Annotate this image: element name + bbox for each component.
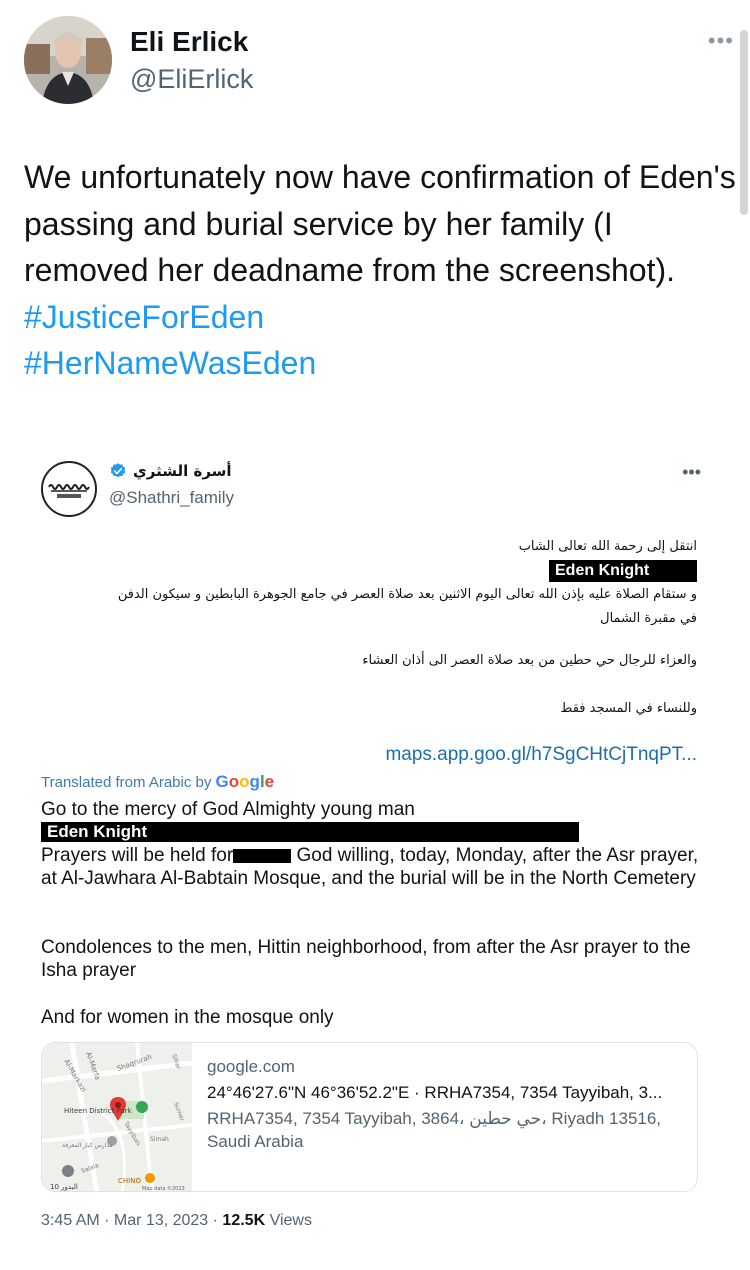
svg-text:10 البدور: 10 البدور — [50, 1183, 78, 1191]
redaction-bar: Eden Knight — [549, 560, 697, 582]
embedded-handle: @Shathri_family — [109, 488, 234, 507]
svg-text:مدارس كبار المعرفة: مدارس كبار المعرفة — [62, 1142, 113, 1149]
verified-badge-icon — [110, 463, 126, 478]
translation-paragraph: Condolences to the men, Hittin neighborh… — [41, 937, 691, 981]
tweet-text: We unfortunately now have confirmation o… — [24, 154, 736, 387]
translation-line: Go to the mercy of God Almighty young ma… — [41, 799, 415, 820]
redaction-block — [233, 848, 292, 863]
shathri-logo-icon — [48, 484, 90, 498]
embedded-avatar — [41, 461, 97, 517]
embedded-timestamp: 3:45 AM · Mar 13, 2023 · 12.5K Views — [41, 1212, 312, 1229]
handle[interactable]: @EliErlick — [130, 64, 253, 95]
arabic-line: و ستقام الصلاة عليه بإذن الله تعالى اليو… — [117, 587, 697, 602]
svg-text:CHINO: CHINO — [118, 1177, 141, 1185]
map-icon: Al-Markazi Al-Marfa Shaqrurah Sihar Sume… — [42, 1043, 193, 1192]
embedded-name-row: أسرة الشثري — [109, 462, 232, 480]
arabic-line: في مقبرة الشمال — [600, 611, 697, 626]
translated-prefix: Translated from Arabic by — [41, 774, 212, 791]
card-domain: google.com — [207, 1057, 295, 1076]
more-options-icon[interactable]: ••• — [708, 28, 734, 54]
translation-paragraph: Prayers will be held for God willing, to… — [41, 845, 699, 889]
translated-by: Translated from Arabic by Google — [41, 772, 274, 792]
avatar[interactable] — [24, 16, 112, 104]
display-name[interactable]: Eli Erlick — [130, 26, 248, 58]
hashtag-link[interactable]: #JusticeForEden — [24, 299, 264, 335]
embedded-more-icon: ••• — [682, 462, 701, 482]
arabic-line: والعزاء للرجال حي حطين من بعد صلاة العصر… — [362, 653, 697, 668]
arabic-line: انتقل إلى رحمة الله تعالى الشاب — [518, 539, 697, 554]
translation-paragraph: And for women in the mosque only — [41, 1007, 334, 1028]
card-description: RRHA7354, 7354 Tayyibah, 3864، حي حطين، … — [207, 1109, 662, 1151]
tweet-body: We unfortunately now have confirmation o… — [24, 159, 736, 288]
svg-text:Simah: Simah — [150, 1136, 169, 1143]
redaction-bar: Eden Knight — [41, 822, 579, 842]
hashtag-link[interactable]: #HerNameWasEden — [24, 345, 316, 381]
card-text: google.com 24°46'27.6"N 46°36'52.2"E · R… — [207, 1057, 687, 1153]
maps-link: maps.app.goo.gl/h7SgCHtCjTnqPT... — [385, 744, 697, 765]
svg-text:Map data ©2023: Map data ©2023 — [142, 1185, 185, 1192]
card-title: 24°46'27.6"N 46°36'52.2"E · RRHA7354, 73… — [207, 1083, 663, 1102]
svg-text:Hiteen District Park: Hiteen District Park — [64, 1107, 133, 1115]
google-logo: Google — [215, 772, 275, 791]
embedded-tweet-header: أسرة الشثري @Shathri_family ••• — [41, 458, 701, 518]
map-thumbnail: Al-Markazi Al-Marfa Shaqrurah Sihar Sume… — [42, 1043, 193, 1192]
avatar-photo — [24, 16, 112, 104]
tweet-header: Eli Erlick @EliErlick ••• — [24, 16, 734, 106]
embedded-screenshot[interactable]: أسرة الشثري @Shathri_family ••• انتقل إل… — [24, 436, 724, 1248]
arabic-line: وللنساء في المسجد فقط — [560, 701, 697, 716]
scrollbar[interactable] — [740, 30, 748, 215]
map-link-card: Al-Markazi Al-Marfa Shaqrurah Sihar Sume… — [41, 1042, 698, 1192]
embedded-display-name: أسرة الشثري — [133, 462, 232, 480]
